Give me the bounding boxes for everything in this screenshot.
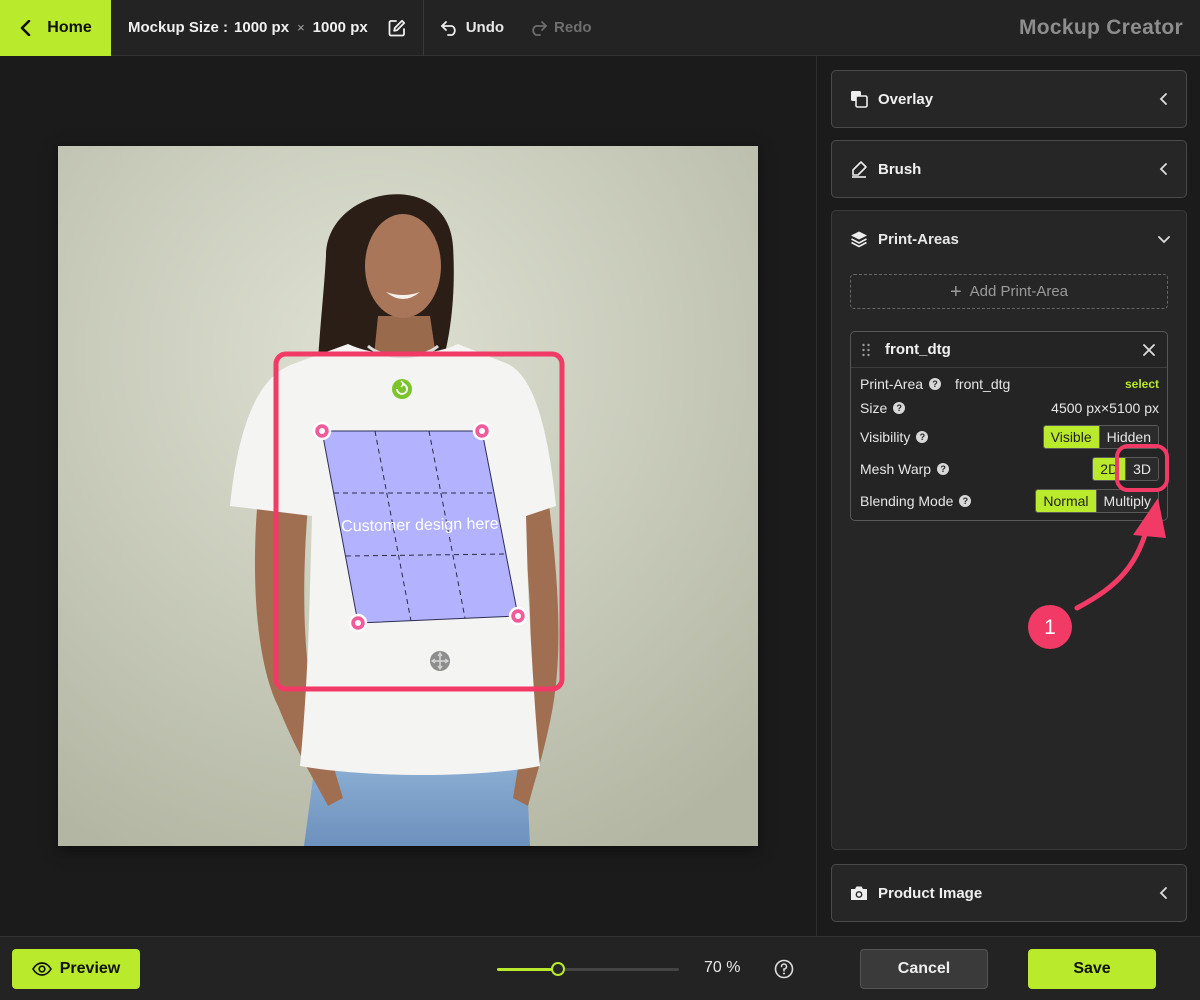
- mesh-warp-label: Mesh Warp: [860, 461, 932, 477]
- help-icon[interactable]: ?: [916, 431, 929, 443]
- chevron-down-icon: [1158, 236, 1170, 244]
- app-title: Mockup Creator: [1018, 15, 1183, 39]
- help-icon[interactable]: ?: [937, 463, 950, 475]
- size-row: Size ? 4500 px×5100 px: [860, 395, 1159, 421]
- chevron-left-icon: [1159, 93, 1167, 105]
- print-area-value: front_dtg: [955, 376, 1011, 392]
- edit-icon[interactable]: [388, 19, 406, 37]
- chevron-left-icon: [1159, 163, 1167, 175]
- help-icon[interactable]: ?: [929, 378, 942, 390]
- overlay-panel-header[interactable]: Overlay: [831, 70, 1187, 128]
- print-area-overlay: Customer design here: [273, 351, 565, 692]
- move-icon[interactable]: [430, 651, 450, 671]
- drag-handle-icon[interactable]: [861, 343, 871, 357]
- mockup-width-value: 1000 px: [234, 19, 290, 36]
- print-area-card-header: front_dtg: [851, 332, 1167, 368]
- mockup-image: Customer design here: [58, 146, 758, 846]
- blending-multiply-option[interactable]: Multiply: [1095, 490, 1158, 512]
- undo-label: Undo: [465, 19, 505, 36]
- brush-icon: [850, 160, 868, 178]
- visibility-toggle: Visible Hidden: [1042, 425, 1159, 449]
- print-area-card: front_dtg Print-Area ? front_dtg select …: [850, 331, 1168, 521]
- zoom-slider[interactable]: [497, 959, 679, 979]
- help-icon[interactable]: ?: [893, 402, 906, 414]
- times-sign: ×: [297, 20, 305, 35]
- mesh-warp-3d-option[interactable]: 3D: [1125, 458, 1158, 480]
- preview-label: Preview: [59, 960, 121, 977]
- right-sidebar: Overlay Brush Print-Areas + Add Print-Ar…: [816, 56, 1200, 936]
- help-icon[interactable]: [774, 959, 794, 979]
- overlay-label: Overlay: [878, 90, 934, 108]
- save-button[interactable]: Save: [1028, 949, 1156, 989]
- redo-button[interactable]: Redo: [528, 19, 592, 36]
- home-button[interactable]: Home: [0, 0, 111, 56]
- brush-label: Brush: [878, 160, 922, 178]
- blending-mode-row: Blending Mode ? Normal Multiply: [860, 488, 1159, 514]
- close-icon[interactable]: [1141, 342, 1157, 358]
- redo-icon: [532, 20, 547, 36]
- blending-mode-toggle: Normal Multiply: [1035, 489, 1159, 513]
- mesh-warp-2d-option[interactable]: 2D: [1093, 458, 1126, 480]
- undo-button[interactable]: Undo: [440, 19, 504, 36]
- help-icon[interactable]: ?: [959, 495, 972, 507]
- mockup-size-group: Mockup Size : 1000 px × 1000 px: [111, 0, 424, 56]
- plus-icon: +: [949, 280, 962, 303]
- product-image-panel-header[interactable]: Product Image: [831, 864, 1187, 922]
- print-areas-label: Print-Areas: [878, 230, 959, 248]
- top-bar: Home Mockup Size : 1000 px × 1000 px Und…: [0, 0, 1200, 56]
- zoom-fill: [497, 968, 558, 971]
- visibility-row: Visibility ? Visible Hidden: [860, 424, 1159, 450]
- eye-icon: [31, 962, 52, 976]
- zoom-thumb[interactable]: [551, 962, 565, 976]
- blending-mode-label: Blending Mode: [860, 493, 954, 509]
- visibility-hidden-option[interactable]: Hidden: [1098, 426, 1158, 448]
- print-area-card-title: front_dtg: [885, 341, 951, 358]
- print-areas-panel-header[interactable]: Print-Areas: [832, 211, 1186, 267]
- mockup-height-value: 1000 px: [312, 19, 368, 36]
- print-areas-panel: Print-Areas + Add Print-Area front_dtg P…: [831, 210, 1187, 850]
- design-placeholder-text: Customer design here: [341, 516, 499, 536]
- mockup-size-label: Mockup Size :: [128, 19, 229, 36]
- mesh-warp-row: Mesh Warp ? 2D 3D: [860, 456, 1159, 482]
- visibility-visible-option[interactable]: Visible: [1043, 426, 1099, 448]
- add-print-area-label: Add Print-Area: [969, 283, 1069, 300]
- layers-icon: [851, 231, 867, 248]
- print-area-label: Print-Area: [860, 376, 924, 392]
- undo-icon: [440, 20, 456, 36]
- cancel-button[interactable]: Cancel: [860, 949, 988, 989]
- overlay-icon: [850, 90, 868, 108]
- blending-normal-option[interactable]: Normal: [1036, 490, 1096, 512]
- visibility-label: Visibility: [860, 429, 911, 445]
- bottom-bar: Preview 70 % Cancel Save: [0, 936, 1200, 1000]
- mesh-warp-toggle: 2D 3D: [1092, 457, 1159, 481]
- rotate-icon[interactable]: [392, 379, 412, 399]
- brush-panel-header[interactable]: Brush: [831, 140, 1187, 198]
- add-print-area-button[interactable]: + Add Print-Area: [850, 274, 1168, 309]
- redo-label: Redo: [554, 19, 592, 36]
- product-image-label: Product Image: [878, 884, 983, 902]
- preview-button[interactable]: Preview: [12, 949, 140, 989]
- print-area-row: Print-Area ? front_dtg select: [860, 371, 1159, 397]
- canvas-area: Customer design here: [0, 56, 816, 936]
- chevron-left-icon: [20, 19, 31, 36]
- zoom-value: 70 %: [704, 959, 741, 976]
- size-value: 4500 px×5100 px: [1051, 400, 1159, 416]
- chevron-left-icon: [1159, 887, 1167, 899]
- camera-icon: [850, 884, 868, 902]
- size-label: Size: [860, 400, 888, 416]
- history-group: Undo Redo: [424, 0, 608, 56]
- mockup-creator-app: Home Mockup Size : 1000 px × 1000 px Und…: [0, 0, 1200, 1000]
- home-label: Home: [47, 18, 92, 36]
- select-link[interactable]: select: [1125, 377, 1159, 391]
